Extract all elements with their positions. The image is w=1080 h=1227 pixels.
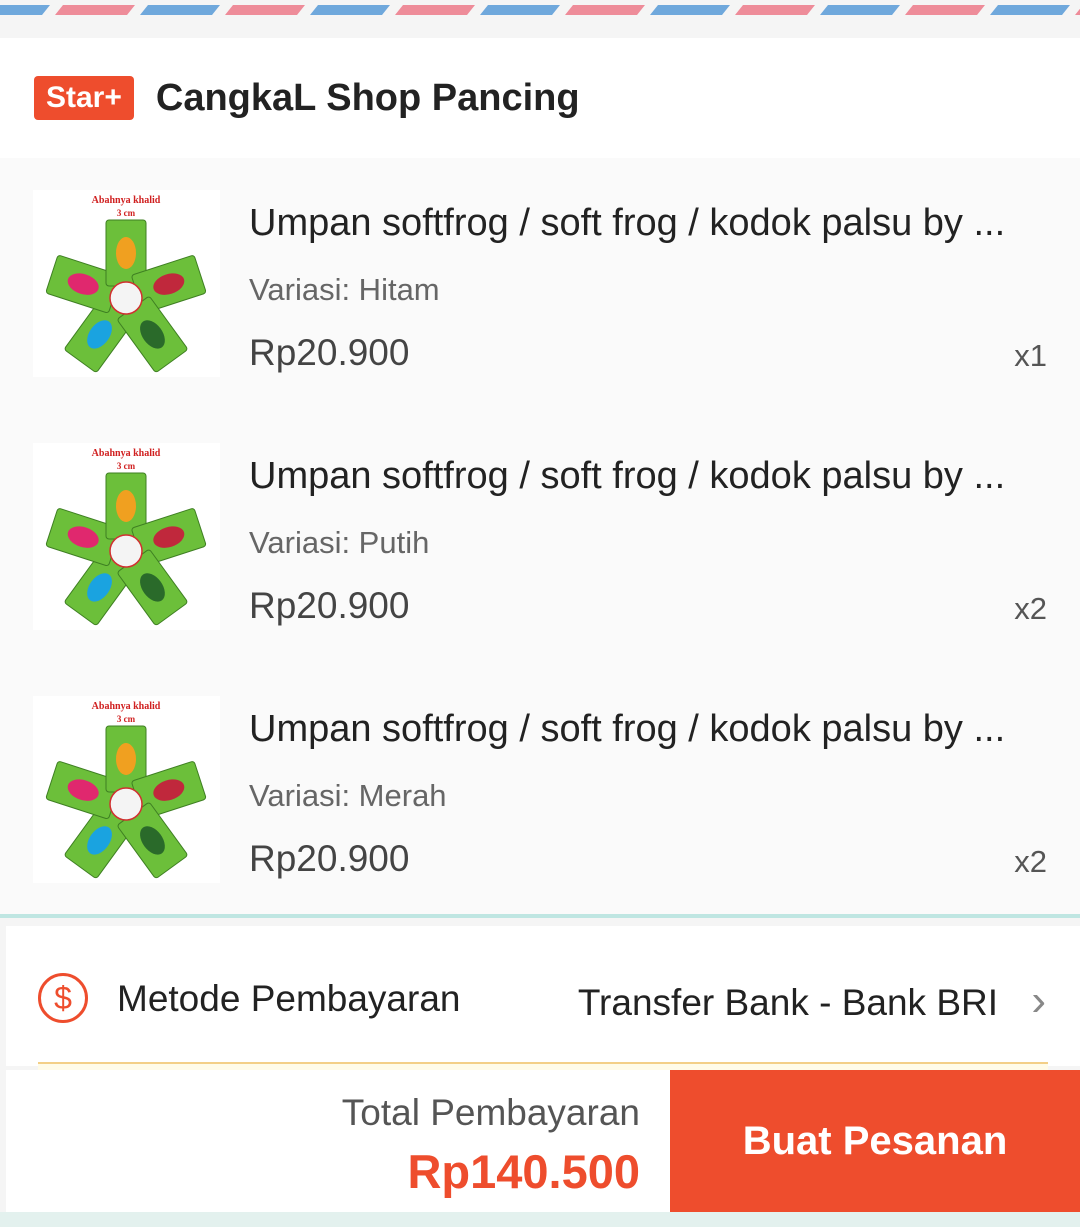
product-quantity: x2 [1014, 844, 1047, 879]
order-item[interactable]: Abahnya khalid 3 cm Umpan softfrog / soft… [0, 158, 1080, 411]
product-price: Rp20.900 [249, 838, 410, 879]
order-item[interactable]: Abahnya khalid 3 cm Umpan softfrog / soft… [0, 411, 1080, 664]
airmail-stripe [735, 5, 815, 15]
airmail-stripe [55, 5, 135, 15]
airmail-stripe [650, 5, 730, 15]
pack-center [109, 281, 143, 315]
product-quantity: x2 [1014, 591, 1047, 626]
bottom-edge [0, 1212, 1080, 1227]
product-variant: Variasi: Merah [249, 778, 447, 813]
order-item[interactable]: Abahnya khalid 3 cm Umpan softfrog / soft… [0, 664, 1080, 917]
image-caption: Abahnya khalid [92, 448, 161, 459]
total-payment-label: Total Pembayaran [341, 1092, 640, 1133]
checkout-bar: Total Pembayaran Rp140.500 Buat Pesanan [6, 1070, 1080, 1212]
image-caption-size: 3 cm [117, 461, 136, 471]
airmail-border [0, 0, 1080, 38]
image-caption-size: 3 cm [117, 208, 136, 218]
payment-method-value: Transfer Bank - Bank BRI [577, 982, 998, 1023]
airmail-stripe [905, 5, 985, 15]
product-title: Umpan softfrog / soft frog / kodok palsu… [249, 708, 1006, 750]
airmail-stripe [225, 5, 305, 15]
dollar-circle-icon: $ [38, 973, 88, 1023]
product-thumbnail[interactable]: Abahnya khalid 3 cm [33, 190, 220, 377]
product-title: Umpan softfrog / soft frog / kodok palsu… [249, 455, 1006, 497]
product-variant: Variasi: Putih [249, 525, 430, 560]
order-items-list: Abahnya khalid 3 cm Umpan softfrog / soft… [0, 158, 1080, 916]
shop-name[interactable]: CangkaL Shop Pancing [156, 77, 580, 120]
airmail-stripe [565, 5, 645, 15]
pack-center [109, 787, 143, 821]
image-caption-size: 3 cm [117, 714, 136, 724]
airmail-stripe [140, 5, 220, 15]
airmail-stripe [820, 5, 900, 15]
airmail-stripe [310, 5, 390, 15]
airmail-stripe [1075, 8, 1080, 15]
star-plus-badge: Star+ [34, 76, 134, 120]
product-title: Umpan softfrog / soft frog / kodok palsu… [249, 202, 1006, 244]
product-variant: Variasi: Hitam [249, 272, 440, 307]
product-thumbnail[interactable]: Abahnya khalid 3 cm [33, 696, 220, 883]
place-order-button[interactable]: Buat Pesanan [670, 1070, 1080, 1212]
airmail-stripe [0, 5, 50, 15]
total-payment-amount: Rp140.500 [407, 1145, 640, 1198]
product-quantity: x1 [1014, 338, 1047, 373]
pack-center [109, 534, 143, 568]
payment-method-label: Metode Pembayaran [117, 978, 461, 1019]
product-price: Rp20.900 [249, 332, 410, 373]
airmail-stripe [395, 5, 475, 15]
airmail-stripe [990, 5, 1070, 15]
product-price: Rp20.900 [249, 585, 410, 626]
shop-header[interactable]: Star+ CangkaL Shop Pancing [0, 38, 1080, 158]
payment-method-row[interactable]: $ Metode Pembayaran Transfer Bank - Bank… [6, 926, 1080, 1066]
airmail-stripe [480, 5, 560, 15]
chevron-right-icon: › [1031, 976, 1046, 1025]
product-thumbnail[interactable]: Abahnya khalid 3 cm [33, 443, 220, 630]
section-divider [0, 914, 1080, 918]
image-caption: Abahnya khalid [92, 195, 161, 206]
image-caption: Abahnya khalid [92, 701, 161, 712]
